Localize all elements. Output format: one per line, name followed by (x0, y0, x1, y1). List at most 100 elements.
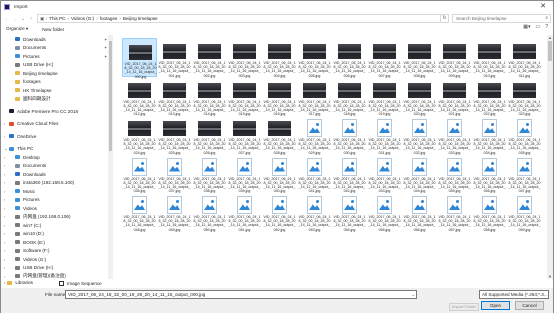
help-icon[interactable]: ? (545, 24, 548, 30)
nav-item[interactable]: ⌄ This PC (1, 145, 114, 154)
nav-scrollbar[interactable] (108, 35, 113, 279)
new-folder-button[interactable]: New folder (42, 27, 64, 32)
file-item[interactable]: VID_2017_06_24_18_32_00_18_28_20_14_11_1… (192, 115, 227, 155)
file-item[interactable]: VID_2017_06_24_18_32_00_18_28_20_14_11_1… (192, 154, 227, 193)
file-item[interactable]: VID_2017_06_24_18_32_00_18_28_20_14_11_1… (437, 38, 472, 78)
file-item[interactable]: VID_2017_06_24_18_32_00_18_28_20_14_11_1… (402, 38, 437, 78)
file-item[interactable]: VID_2017_06_24_18_32_00_18_28_20_14_11_1… (297, 38, 332, 78)
cancel-button[interactable]: Cancel (515, 301, 544, 310)
nav-item[interactable]: › OneDrive (1, 132, 114, 141)
expand-chevron-icon[interactable]: › (4, 163, 5, 168)
nav-item[interactable]: › Downloads (1, 170, 114, 179)
file-item[interactable]: VID_2017_06_24_18_32_00_18_28_20_14_11_1… (122, 77, 157, 116)
expand-chevron-icon[interactable]: › (4, 274, 5, 279)
file-item[interactable]: VID_2017_06_24_18_32_00_18_28_20_14_11_1… (227, 192, 262, 232)
refresh-icon[interactable]: ↻ (440, 15, 448, 22)
file-item[interactable]: VID_2017_06_24_18_32_00_18_28_20_14_11_1… (472, 192, 507, 232)
file-item[interactable]: VID_2017_06_24_18_32_00_18_28_20_14_11_1… (157, 154, 192, 193)
expand-chevron-icon[interactable]: › (4, 265, 5, 270)
nav-item[interactable]: › Pictures (1, 196, 114, 205)
file-item[interactable]: VID_2017_06_24_18_32_00_18_28_20_14_11_1… (507, 192, 542, 232)
file-item[interactable]: VID_2017_06_24_18_32_00_18_28_20_14_11_1… (262, 192, 297, 232)
file-item[interactable]: VID_2017_06_24_18_32_00_18_28_20_14_11_1… (507, 77, 542, 116)
file-item[interactable]: VID_2017_06_24_18_32_00_18_28_20_14_11_1… (297, 192, 332, 232)
breadcrumb-separator-icon[interactable]: › (68, 16, 70, 21)
file-item[interactable]: VID_2017_06_24_18_32_00_18_28_20_14_11_1… (367, 77, 402, 116)
nav-scrollbar-thumb[interactable] (109, 41, 112, 151)
forward-arrow-icon[interactable]: → (11, 16, 19, 22)
file-item[interactable]: VID_2017_06_24_18_32_00_18_28_20_14_11_1… (262, 154, 297, 193)
nav-item[interactable]: › Documents (1, 162, 114, 171)
file-item[interactable]: VID_2017_06_24_18_32_00_18_28_20_14_11_1… (437, 154, 472, 193)
file-item[interactable]: VID_2017_06_24_18_32_00_18_28_20_14_11_1… (402, 192, 437, 232)
file-name-input[interactable]: VID_2017_06_24_18_32_00_18_28_20_14_11_1… (65, 290, 417, 299)
file-item[interactable]: VID_2017_06_24_18_32_00_18_28_20_14_11_1… (192, 192, 227, 232)
expand-chevron-icon[interactable]: › (4, 197, 5, 202)
organize-menu[interactable]: Organize ▾ (6, 26, 28, 32)
nav-item[interactable]: › Videos (1, 204, 114, 213)
back-arrow-icon[interactable]: ← (3, 16, 11, 22)
nav-item[interactable]: › Software (F:) (1, 247, 114, 256)
scroll-up-icon[interactable]: ▲ (547, 35, 553, 40)
nav-item[interactable]: Pictures ✦ (1, 52, 114, 61)
file-item[interactable]: VID_2017_06_24_18_32_00_18_28_20_14_11_1… (367, 38, 402, 78)
file-type-filter[interactable]: All Supported Media (*.264;*.3... (479, 290, 549, 299)
file-item[interactable]: VID_2017_06_24_18_32_00_18_28_20_14_11_1… (367, 115, 402, 155)
file-item[interactable]: VID_2017_06_24_18_32_00_18_28_20_14_11_1… (332, 115, 367, 155)
nav-item[interactable]: › Videos (G:) (1, 255, 114, 264)
nav-item[interactable]: › USB Drive (H:) (1, 264, 114, 273)
file-item[interactable]: VID_2017_06_24_18_32_00_18_28_20_14_11_1… (157, 192, 192, 232)
file-item[interactable]: VID_2017_06_24_18_32_00_18_28_20_14_11_1… (262, 77, 297, 116)
breadcrumb-item[interactable]: This PC (49, 16, 65, 21)
expand-chevron-icon[interactable]: › (4, 214, 5, 219)
expand-chevron-icon[interactable]: › (4, 280, 5, 285)
nav-item[interactable]: › Creative Cloud Files (1, 120, 114, 129)
file-item[interactable]: VID_2017_06_24_18_32_00_18_28_20_14_11_1… (507, 154, 542, 193)
file-item[interactable]: VID_2017_06_24_18_32_00_18_28_20_14_11_1… (157, 38, 192, 78)
expand-chevron-icon[interactable]: › (4, 155, 5, 160)
file-item[interactable]: VID_2017_06_24_18_32_00_18_28_20_14_11_1… (437, 192, 472, 232)
nav-item[interactable]: › win10 (D:) (1, 230, 114, 239)
expand-chevron-icon[interactable]: › (4, 172, 5, 177)
nav-item[interactable]: › BOOK (E:) (1, 238, 114, 247)
file-item[interactable]: VID_2017_06_24_18_32_00_18_28_20_14_11_1… (332, 77, 367, 116)
nav-item-libraries[interactable]: › Libraries (4, 280, 33, 285)
expand-chevron-icon[interactable]: › (4, 248, 5, 253)
file-item[interactable]: VID_2017_06_24_18_32_00_18_28_20_14_11_1… (472, 38, 507, 78)
file-item[interactable]: VID_2017_06_24_18_32_00_18_28_20_14_11_1… (227, 154, 262, 193)
file-item[interactable]: VID_2017_06_24_18_32_00_18_28_20_14_11_1… (122, 192, 157, 232)
expand-chevron-icon[interactable]: › (4, 121, 5, 126)
file-item[interactable]: VID_2017_06_24_18_32_00_18_28_20_14_11_1… (262, 38, 297, 78)
file-item[interactable]: VID_2017_06_24_18_32_00_18_28_20_14_11_1… (122, 38, 157, 79)
file-item[interactable]: VID_2017_06_24_18_32_00_18_28_20_14_11_1… (157, 115, 192, 155)
file-item[interactable]: VID_2017_06_24_18_32_00_18_28_20_14_11_1… (472, 115, 507, 155)
breadcrumb-separator-icon[interactable]: › (119, 16, 121, 21)
breadcrumb-item[interactable]: Videos (G:) (71, 16, 94, 21)
expand-chevron-icon[interactable]: › (4, 180, 5, 185)
file-item[interactable]: VID_2017_06_24_18_32_00_18_28_20_14_11_1… (227, 115, 262, 155)
content-scrollbar[interactable]: ▲ ▼ (547, 35, 553, 279)
file-item[interactable]: VID_2017_06_24_18_32_00_18_28_20_14_11_1… (472, 154, 507, 193)
file-item[interactable]: VID_2017_06_24_18_32_00_18_28_20_14_11_1… (507, 115, 542, 155)
up-arrow-icon[interactable]: ↑ (27, 16, 35, 22)
file-item[interactable]: VID_2017_06_24_18_32_00_18_28_20_14_11_1… (332, 192, 367, 232)
nav-item[interactable]: Beijing timelapse (1, 69, 114, 78)
import-folder-button[interactable]: Import Folder (449, 303, 479, 311)
file-item[interactable]: VID_2017_06_24_18_32_00_18_28_20_14_11_1… (332, 154, 367, 193)
expand-chevron-icon[interactable]: › (4, 223, 5, 228)
expand-chevron-icon[interactable]: › (4, 240, 5, 245)
file-item[interactable]: VID_2017_06_24_18_32_00_18_28_20_14_11_1… (507, 38, 542, 78)
expand-chevron-icon[interactable]: › (4, 231, 5, 236)
breadcrumb-separator-icon[interactable]: › (96, 16, 98, 21)
file-item[interactable]: VID_2017_06_24_18_32_00_18_28_20_14_11_1… (227, 77, 262, 116)
file-item[interactable]: VID_2017_06_24_18_32_00_18_28_20_14_11_1… (367, 154, 402, 193)
breadcrumb-item[interactable]: footages (100, 16, 118, 21)
file-item[interactable]: VID_2017_06_24_18_32_00_18_28_20_14_11_1… (437, 115, 472, 155)
file-item[interactable]: VID_2017_06_24_18_32_00_18_28_20_14_11_1… (402, 77, 437, 116)
file-item[interactable]: VID_2017_06_24_18_32_00_18_28_20_14_11_1… (192, 38, 227, 78)
file-item[interactable]: VID_2017_06_24_18_32_00_18_28_20_14_11_1… (402, 154, 437, 193)
nav-item[interactable]: › 内网盘 (192.168.0.106) (1, 213, 114, 222)
file-item[interactable]: VID_2017_06_24_18_32_00_18_28_20_14_11_1… (437, 77, 472, 116)
nav-item[interactable]: footages (1, 78, 114, 87)
file-item[interactable]: VID_2017_06_24_18_32_00_18_28_20_14_11_1… (122, 154, 157, 193)
